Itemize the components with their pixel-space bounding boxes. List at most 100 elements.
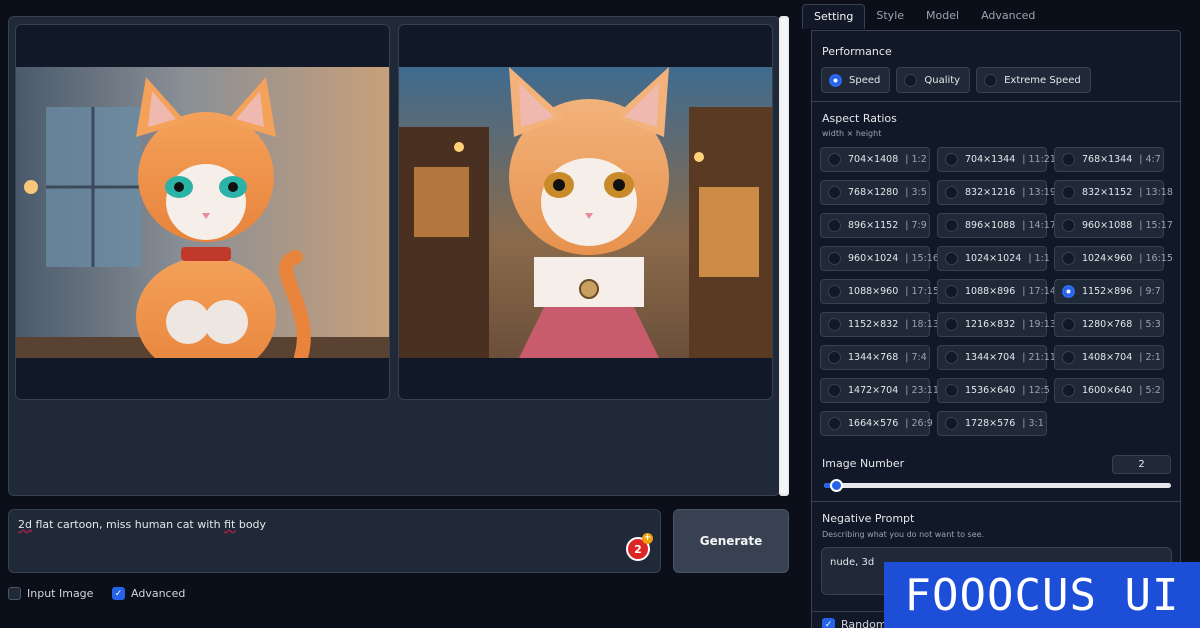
aspect-ratio-ratio: | 15:17 bbox=[1139, 220, 1173, 231]
aspect-ratio-option[interactable]: 832×1152 | 13:18 bbox=[1054, 180, 1173, 205]
aspect-ratio-ratio: | 15:16 bbox=[905, 253, 939, 264]
aspect-ratio-option[interactable]: 1088×960 | 17:15 bbox=[820, 279, 939, 304]
prompt-input[interactable]: 2d flat cartoon, miss human cat with fit… bbox=[8, 509, 661, 573]
aspect-ratio-radio[interactable] bbox=[945, 417, 958, 430]
generate-button[interactable]: Generate bbox=[673, 509, 789, 573]
aspect-ratio-option[interactable]: 1664×576 | 26:9 bbox=[820, 411, 933, 436]
tab-advanced[interactable]: Advanced bbox=[970, 4, 1046, 29]
image-number-slider[interactable] bbox=[824, 479, 1171, 492]
aspect-ratio-option[interactable]: 1152×896 | 9:7 bbox=[1054, 279, 1164, 304]
aspect-ratio-radio[interactable] bbox=[1062, 384, 1075, 397]
aspect-ratio-radio[interactable] bbox=[1062, 186, 1075, 199]
aspect-ratio-option[interactable]: 960×1088 | 15:17 bbox=[1054, 213, 1173, 238]
aspect-ratio-ratio: | 14:17 bbox=[1022, 220, 1056, 231]
aspect-ratio-radio[interactable] bbox=[945, 219, 958, 232]
aspect-ratio-option[interactable]: 704×1344 | 11:21 bbox=[937, 147, 1056, 172]
performance-option-extreme-speed[interactable]: Extreme Speed bbox=[976, 67, 1091, 93]
aspect-ratio-size: 1088×960 bbox=[848, 286, 899, 297]
aspect-ratio-option[interactable]: 896×1152 | 7:9 bbox=[820, 213, 930, 238]
aspect-ratio-radio[interactable] bbox=[1062, 285, 1075, 298]
aspect-ratio-option[interactable]: 1024×1024 | 1:1 bbox=[937, 246, 1050, 271]
aspect-ratio-radio[interactable] bbox=[945, 318, 958, 331]
performance-radio-extreme-speed[interactable] bbox=[984, 73, 998, 87]
aspect-ratio-radio[interactable] bbox=[1062, 219, 1075, 232]
random-option[interactable]: ✓ Random bbox=[822, 618, 887, 628]
extension-badge-icon[interactable]: 2 + bbox=[626, 533, 653, 561]
aspect-ratio-radio[interactable] bbox=[828, 153, 841, 166]
aspect-ratio-option[interactable]: 1536×640 | 12:5 bbox=[937, 378, 1050, 403]
aspect-ratio-radio[interactable] bbox=[828, 351, 841, 364]
aspect-ratio-radio[interactable] bbox=[945, 351, 958, 364]
aspect-ratio-ratio: | 26:9 bbox=[905, 418, 933, 429]
tab-setting[interactable]: Setting bbox=[802, 4, 866, 29]
image-number-slider-handle[interactable] bbox=[830, 479, 844, 492]
performance-option-quality[interactable]: Quality bbox=[896, 67, 971, 93]
aspect-ratio-option[interactable]: 1088×896 | 17:14 bbox=[937, 279, 1056, 304]
performance-radio-quality[interactable] bbox=[904, 73, 918, 87]
advanced-option[interactable]: ✓ Advanced bbox=[112, 587, 185, 600]
aspect-ratio-option[interactable]: 1600×640 | 5:2 bbox=[1054, 378, 1164, 403]
aspect-ratio-option[interactable]: 1216×832 | 19:13 bbox=[937, 312, 1056, 337]
aspect-ratio-radio[interactable] bbox=[828, 219, 841, 232]
performance-option-speed[interactable]: Speed bbox=[821, 67, 891, 93]
advanced-checkbox[interactable]: ✓ bbox=[112, 587, 125, 600]
aspect-ratio-radio[interactable] bbox=[945, 285, 958, 298]
aspect-ratio-radio[interactable] bbox=[945, 384, 958, 397]
aspect-ratio-size: 1216×832 bbox=[965, 319, 1016, 330]
brand-banner: FOOOCUS UI bbox=[884, 562, 1200, 628]
aspect-ratio-option[interactable]: 704×1408 | 1:2 bbox=[820, 147, 930, 172]
aspect-ratio-ratio: | 18:13 bbox=[905, 319, 939, 330]
aspect-ratio-option[interactable]: 1344×704 | 21:11 bbox=[937, 345, 1056, 370]
input-image-checkbox[interactable] bbox=[8, 587, 21, 600]
aspect-ratio-radio[interactable] bbox=[828, 285, 841, 298]
aspect-ratio-ratio: | 7:4 bbox=[905, 352, 927, 363]
aspect-ratio-option[interactable]: 896×1088 | 14:17 bbox=[937, 213, 1056, 238]
performance-options: Speed Quality Extreme Speed bbox=[821, 67, 1091, 93]
aspect-ratio-option[interactable]: 1280×768 | 5:3 bbox=[1054, 312, 1164, 337]
aspect-ratio-radio[interactable] bbox=[1062, 351, 1075, 364]
aspect-ratio-option[interactable]: 832×1216 | 13:19 bbox=[937, 180, 1056, 205]
aspect-ratio-ratio: | 23:11 bbox=[905, 385, 939, 396]
aspect-ratio-radio[interactable] bbox=[828, 318, 841, 331]
aspect-ratio-radio[interactable] bbox=[945, 153, 958, 166]
aspect-ratio-ratio: | 9:7 bbox=[1139, 286, 1161, 297]
aspect-ratio-option[interactable]: 1344×768 | 7:4 bbox=[820, 345, 930, 370]
aspect-ratio-radio[interactable] bbox=[1062, 252, 1075, 265]
tab-style[interactable]: Style bbox=[865, 4, 915, 29]
aspect-ratio-option[interactable]: 1408×704 | 2:1 bbox=[1054, 345, 1164, 370]
aspect-ratio-option[interactable]: 1152×832 | 18:13 bbox=[820, 312, 939, 337]
aspect-ratio-option[interactable]: 960×1024 | 15:16 bbox=[820, 246, 939, 271]
aspect-ratio-option[interactable]: 1024×960 | 16:15 bbox=[1054, 246, 1173, 271]
aspect-ratio-ratio: | 4:7 bbox=[1139, 154, 1161, 165]
aspect-ratio-grid: 704×1408 | 1:2 704×1344 | 11:21 768×1344 |… bbox=[820, 147, 1173, 436]
aspect-ratio-option[interactable]: 1472×704 | 23:11 bbox=[820, 378, 939, 403]
aspect-ratio-radio[interactable] bbox=[828, 384, 841, 397]
aspect-ratio-option[interactable]: 768×1280 | 3:5 bbox=[820, 180, 930, 205]
aspect-ratio-ratio: | 5:3 bbox=[1139, 319, 1161, 330]
aspect-ratio-radio[interactable] bbox=[945, 186, 958, 199]
gallery-scrollbar-thumb[interactable] bbox=[780, 18, 788, 494]
aspect-ratio-radio[interactable] bbox=[1062, 153, 1075, 166]
aspect-ratio-size: 768×1280 bbox=[848, 187, 899, 198]
gallery-thumbnail-1[interactable] bbox=[15, 24, 390, 400]
aspect-ratio-radio[interactable] bbox=[828, 417, 841, 430]
aspect-ratio-radio[interactable] bbox=[945, 252, 958, 265]
aspect-ratio-radio[interactable] bbox=[828, 252, 841, 265]
aspect-ratio-option[interactable]: 768×1344 | 4:7 bbox=[1054, 147, 1164, 172]
aspect-ratio-option[interactable]: 1728×576 | 3:1 bbox=[937, 411, 1047, 436]
image-number-input[interactable]: 2 bbox=[1112, 455, 1171, 474]
aspect-ratio-radio[interactable] bbox=[1062, 318, 1075, 331]
aspect-ratio-radio[interactable] bbox=[828, 186, 841, 199]
aspect-ratio-size: 1152×896 bbox=[1082, 286, 1133, 297]
gallery-thumbnail-2[interactable] bbox=[398, 24, 773, 400]
performance-radio-speed[interactable] bbox=[829, 73, 842, 87]
random-checkbox[interactable]: ✓ bbox=[822, 618, 835, 628]
image-gallery bbox=[8, 16, 780, 496]
settings-tabs: Setting Style Model Advanced bbox=[802, 4, 1046, 30]
input-image-option[interactable]: Input Image bbox=[8, 587, 93, 600]
image-number-section: Image Number 2 bbox=[812, 447, 1180, 501]
gallery-scrollbar[interactable] bbox=[779, 16, 789, 496]
tab-model[interactable]: Model bbox=[915, 4, 970, 29]
aspect-ratio-ratio: | 19:13 bbox=[1022, 319, 1056, 330]
aspect-ratio-ratio: | 3:5 bbox=[905, 187, 927, 198]
